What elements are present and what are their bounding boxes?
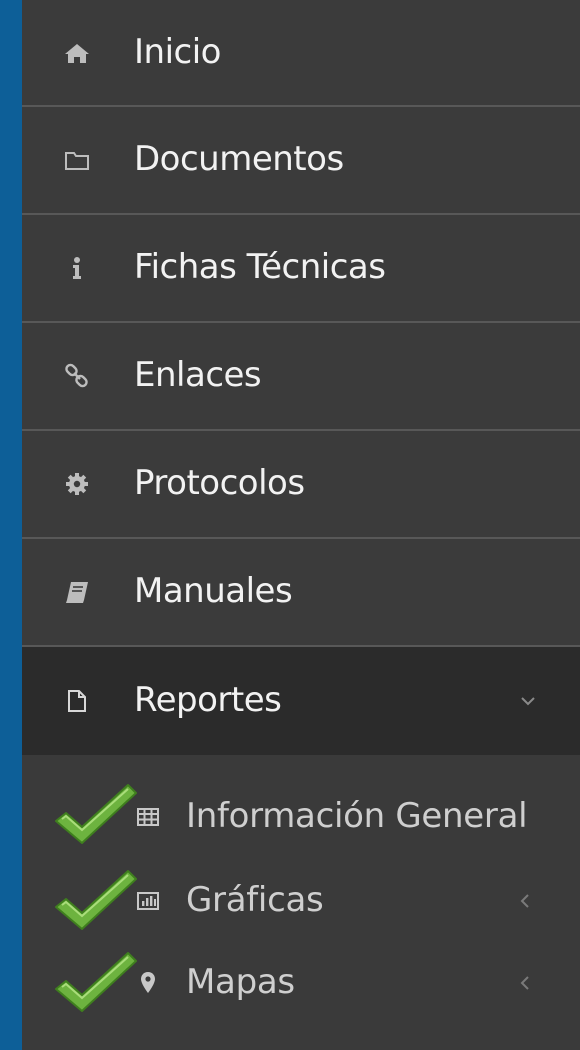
sidebar-menu: Inicio Documentos Fichas Técnicas Enlace… [22, 0, 580, 1050]
submenu-item-mapas[interactable]: Mapas [22, 943, 580, 1023]
folder-icon [64, 147, 90, 173]
chevron-down-icon[interactable] [518, 694, 538, 708]
gear-icon [64, 471, 90, 497]
book-icon [64, 579, 90, 605]
sidebar-item-protocolos[interactable]: Protocolos [22, 431, 580, 539]
sidebar-item-label: Documentos [134, 139, 344, 180]
home-icon [64, 40, 90, 66]
submenu-item-label: Información General [186, 796, 528, 837]
sidebar-item-label: Manuales [134, 571, 293, 612]
sidebar-item-label: Protocolos [134, 463, 305, 504]
chevron-left-icon[interactable] [518, 891, 532, 911]
sidebar-item-reportes[interactable]: Reportes [22, 647, 580, 755]
reportes-submenu: Información General Gráficas Mapas [22, 755, 580, 1050]
sidebar-item-label: Enlaces [134, 355, 262, 396]
map-marker-icon [136, 971, 160, 995]
sidebar-item-inicio[interactable]: Inicio [22, 0, 580, 107]
submenu-item-graficas[interactable]: Gráficas [22, 861, 580, 941]
sidebar-item-enlaces[interactable]: Enlaces [22, 323, 580, 431]
sidebar-item-documentos[interactable]: Documentos [22, 107, 580, 215]
sidebar-item-label: Reportes [134, 680, 282, 721]
link-icon [64, 363, 90, 389]
submenu-item-informacion-general[interactable]: Información General [22, 777, 580, 857]
chevron-left-icon[interactable] [518, 973, 532, 993]
sidebar-item-label: Fichas Técnicas [134, 247, 386, 288]
bar-chart-icon [136, 889, 160, 913]
sidebar-item-label: Inicio [134, 31, 221, 72]
checkmark-icon [55, 952, 137, 1012]
submenu-item-label: Mapas [186, 962, 295, 1003]
app-frame: Inicio Documentos Fichas Técnicas Enlace… [0, 0, 580, 1050]
file-icon [64, 688, 90, 714]
sidebar-item-manuales[interactable]: Manuales [22, 539, 580, 647]
sidebar-item-fichas-tecnicas[interactable]: Fichas Técnicas [22, 215, 580, 323]
submenu-item-label: Gráficas [186, 880, 324, 921]
table-icon [136, 805, 160, 829]
checkmark-icon [55, 870, 137, 930]
checkmark-icon [55, 784, 137, 844]
info-icon [64, 255, 90, 281]
